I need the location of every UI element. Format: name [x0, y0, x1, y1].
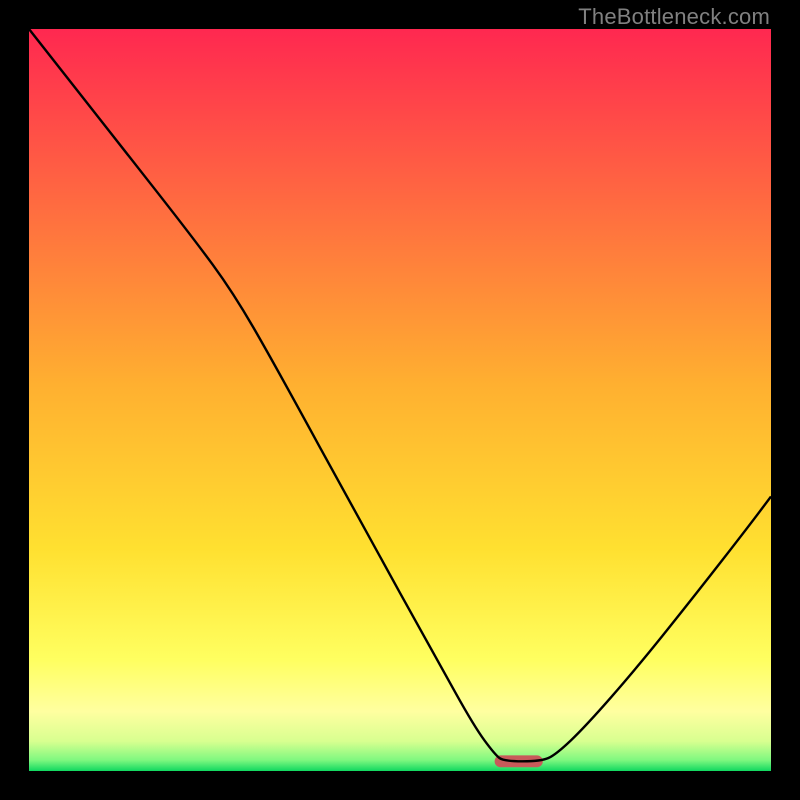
watermark-text: TheBottleneck.com	[578, 4, 770, 30]
bottleneck-chart	[29, 29, 771, 771]
chart-frame	[29, 29, 771, 771]
gradient-background	[29, 29, 771, 771]
